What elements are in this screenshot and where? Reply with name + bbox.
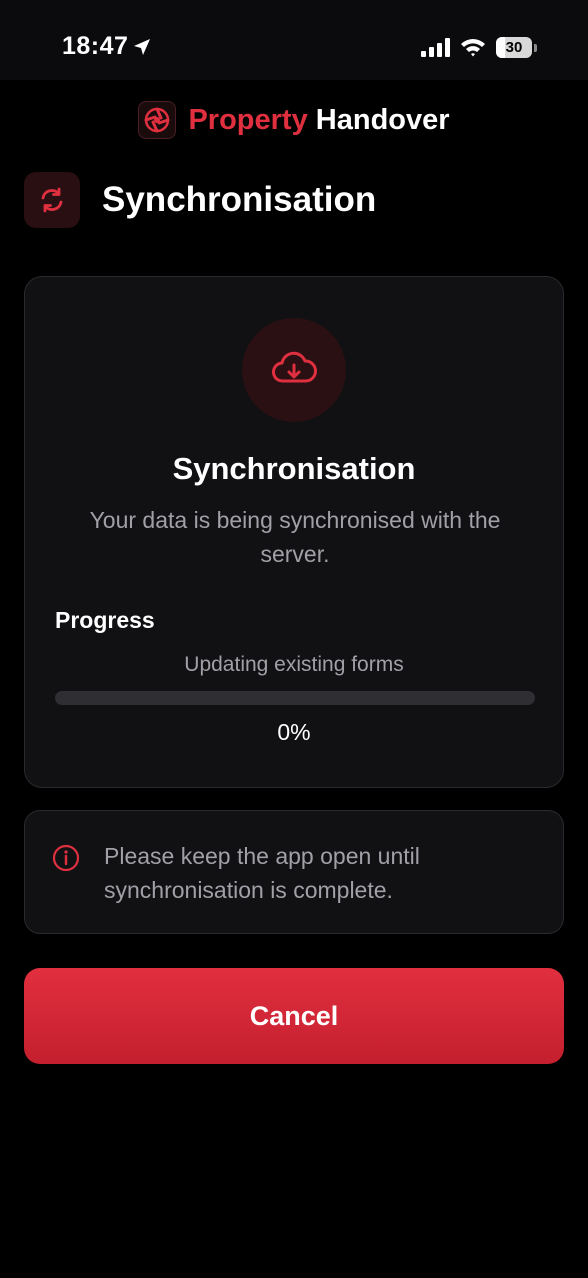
signal-icon [421,38,450,57]
battery-cap [534,44,537,52]
wifi-icon [461,39,485,57]
battery-level: 30 [505,39,523,56]
app-header: Property Handover [0,100,588,140]
notice-box: Please keep the app open until synchroni… [24,810,564,934]
battery-icon: 30 [496,37,532,58]
cancel-button[interactable]: Cancel [24,968,564,1064]
progress-bar [55,691,535,705]
progress-label: Progress [55,607,155,633]
app-logo-icon [138,101,177,139]
card-title: Synchronisation [172,451,416,486]
status-time: 18:47 [62,32,129,60]
sync-icon [24,172,80,228]
app-title-rest: Handover [315,103,450,136]
progress-status: Updating existing forms [184,653,404,676]
app-title: Property Handover [188,104,449,137]
app-title-accent: Property [188,103,308,136]
location-arrow-icon [134,39,150,55]
cloud-download-icon [242,318,346,422]
status-bar: 18:47 30 [0,0,588,80]
sync-card: Synchronisation Your data is being synch… [24,276,564,788]
page-title: Synchronisation [102,180,377,219]
info-icon [52,844,80,872]
card-description: Your data is being synchronised with the… [89,507,501,567]
progress-percent: 0% [277,719,311,745]
page-header: Synchronisation [24,172,376,228]
notice-text: Please keep the app open until synchroni… [104,843,420,903]
